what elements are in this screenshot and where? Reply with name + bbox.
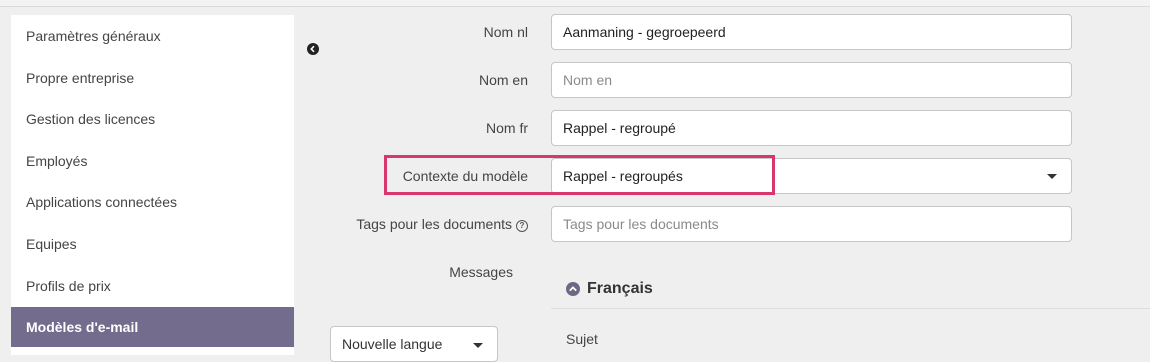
name-en-input[interactable] (551, 62, 1072, 98)
sidebar-item-teams[interactable]: Equipes (11, 224, 294, 264)
messages-label: Messages (449, 264, 513, 280)
chevron-down-icon (473, 343, 483, 348)
sidebar-item-license-management[interactable]: Gestion des licences (11, 99, 294, 139)
sidebar-item-connected-apps[interactable]: Applications connectées (11, 182, 294, 222)
top-border (0, 0, 1150, 7)
name-nl-input[interactable] (551, 14, 1072, 50)
document-tags-label-text: Tags pour les documents (356, 216, 512, 232)
chevron-up-circle-icon (566, 282, 580, 296)
language-heading: Français (587, 280, 653, 297)
template-context-value: Rappel - regroupés (563, 168, 683, 184)
template-context-label: Contexte du modèle (402, 168, 528, 184)
name-fr-label: Nom fr (486, 120, 528, 136)
sidebar-item-price-profiles[interactable]: Profils de prix (11, 266, 294, 306)
subject-label: Sujet (566, 331, 598, 347)
section-divider (551, 308, 1150, 309)
sidebar-item-email-templates[interactable]: Modèles d'e-mail (11, 307, 294, 347)
name-nl-label: Nom nl (483, 24, 528, 40)
collapse-sidebar-icon[interactable] (307, 42, 319, 55)
new-language-select[interactable]: Nouvelle langue (330, 326, 498, 362)
name-fr-input[interactable] (551, 110, 1072, 146)
name-en-label: Nom en (478, 72, 528, 88)
language-section-toggle[interactable]: Français (566, 280, 653, 298)
new-language-label: Nouvelle langue (342, 336, 443, 352)
question-circle-icon[interactable]: ? (516, 220, 528, 232)
sidebar-item-own-company[interactable]: Propre entreprise (11, 58, 294, 98)
document-tags-input[interactable] (551, 206, 1072, 242)
sidebar-item-general-settings[interactable]: Paramètres généraux (11, 16, 294, 56)
template-context-select[interactable]: Rappel - regroupés (551, 158, 1072, 194)
settings-sidebar: Paramètres généraux Propre entreprise Ge… (11, 15, 294, 355)
document-tags-label: Tags pour les documents? (356, 216, 528, 232)
sidebar-item-employees[interactable]: Employés (11, 141, 294, 181)
chevron-down-icon (1047, 174, 1057, 179)
